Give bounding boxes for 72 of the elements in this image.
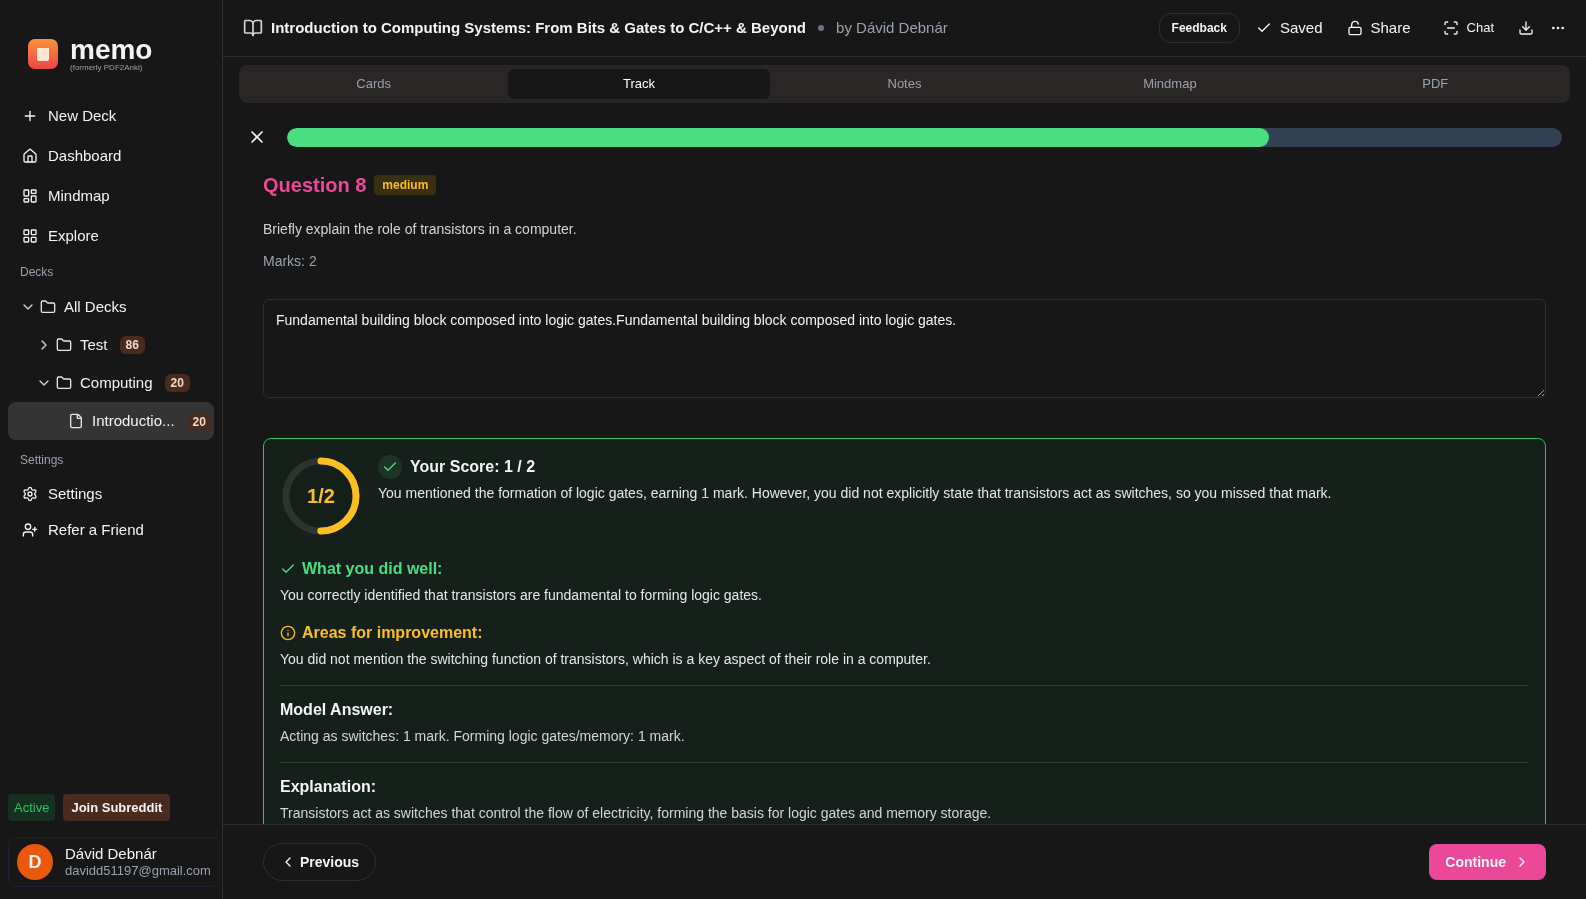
count-badge: 20 [164,374,190,392]
check-icon [378,455,402,479]
board-icon [22,188,38,204]
feedback-text: You correctly identified that transistors are fundamental to forming logic gates. [280,586,763,605]
brand-subtitle: (formerly PDF2Anki) [70,64,144,72]
status-badge: Active [8,793,56,821]
tab[interactable]: PDF [1304,69,1566,99]
difficulty-badge: medium [374,175,437,195]
score-summary: You mentioned the formation of logic gates, earning 1 mark. However, you did not explicitly state that transistors act as switches, so you missed that mark. [378,484,1332,503]
tree-label: All Decks [64,296,127,317]
feedback-button[interactable]: Feedback [1158,13,1240,43]
tree-item[interactable]: Test 86 [8,326,214,364]
folder-icon [40,299,56,315]
question-text: Briefly explain the role of transistors in a computer. [263,220,578,239]
nav-item[interactable]: Explore [8,216,214,256]
section-heading: Decks [19,264,55,281]
marks-text: Marks: 2 [263,252,318,271]
nav-item[interactable]: Settings [8,476,214,512]
tree-item[interactable]: All Decks [8,288,214,326]
avatar: D [17,844,53,880]
file-icon [68,413,84,429]
question-title: Question 8 [263,173,367,198]
section-heading: Areas for improvement: [302,623,483,643]
tree-label: Test [80,334,108,355]
chat-icon [1442,20,1459,36]
nav-item[interactable]: Refer a Friend [8,512,214,548]
tree-item[interactable]: Computing 20 [8,364,214,402]
tab[interactable]: Cards [243,69,505,99]
tab[interactable]: Notes [773,69,1036,99]
model-answer-text: Acting as switches: 1 mark. Forming logic gates/memory: 1 mark. [280,727,686,746]
settings-icon [22,486,38,502]
explanation-text: Transistors act as switches that control the flow of electricity, forming the basis for logic gates and memory storage. [280,804,993,823]
count-badge: 86 [119,336,145,354]
deck-title: Introduction to Computing Systems: From Bits & Gates to C/C++ & Beyond [271,17,807,38]
book-icon [243,18,263,38]
nav-item[interactable]: New Deck [8,96,214,136]
user-name: Dávid Debnár [65,844,158,864]
count-badge: 20 [186,413,212,430]
section-heading: What you did well: [302,559,443,579]
score-ring-label: 1/2 [307,486,335,506]
tree-label: Introductio... [92,410,175,431]
user-card[interactable]: D Dávid Debnár davidd51197@gmail.com [8,837,220,887]
tree-label: Computing [80,372,153,393]
tab[interactable]: Mindmap [1039,69,1301,99]
section-heading: Explanation: [280,777,377,797]
section-heading: Settings [19,452,65,469]
saved-status: Saved [1255,16,1323,40]
feedback-text: You did not mention the switching function of transistors, which is a key aspect of their role in a computer. [280,650,932,669]
user-email: davidd51197@gmail.com [65,863,211,880]
chat-button[interactable]: Chat [1434,18,1502,38]
home-icon [22,148,38,164]
score-title: Your Score: 1 / 2 [410,457,536,477]
nav-item[interactable]: Mindmap [8,176,214,216]
dot-separator [818,25,825,31]
section-heading: Model Answer: [280,700,395,720]
answer-field[interactable]: Fundamental building block composed into logic gates.Fundamental building block composed into logic gates. [263,299,1546,398]
info-icon [280,625,296,641]
folder-icon [56,375,72,391]
share-button[interactable]: Share [1338,16,1419,40]
user-plus-icon [22,522,38,538]
tab[interactable]: Track [508,69,770,99]
subreddit-button[interactable]: Join Subreddit [63,793,171,821]
tree-item[interactable]: Introductio... 20 [8,402,214,440]
lock-icon [1346,20,1363,36]
author-text: by Dávid Debnár [836,17,948,38]
plus-icon [22,108,38,124]
nav-item[interactable]: Dashboard [8,136,214,176]
logo-icon [28,39,58,69]
grid-icon [22,228,38,244]
folder-icon [56,337,72,353]
brand-name: memo [70,36,153,64]
download-icon[interactable] [1518,20,1534,36]
